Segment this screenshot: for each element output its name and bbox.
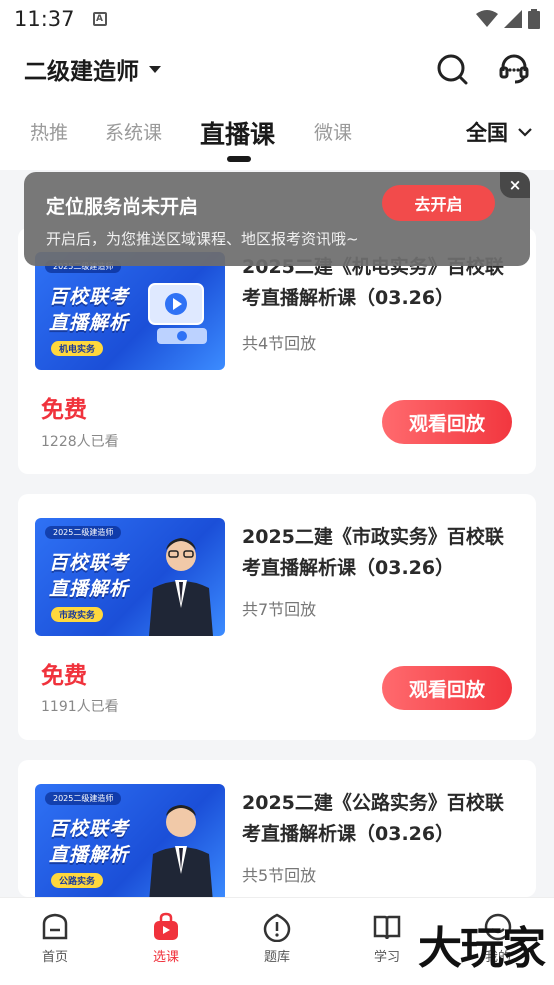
thumb-headline: 百校联考 [49, 286, 130, 308]
nav-item-study[interactable]: 学习 [352, 912, 422, 965]
app-header: 二级建造师 [0, 38, 554, 100]
tab-micro-course[interactable]: 微课 [314, 118, 352, 145]
nav-label: 选课 [152, 950, 179, 965]
thumb-headline: 直播解析 [49, 578, 130, 600]
teacher-portrait-icon [149, 538, 213, 636]
price-label: 免费 [41, 397, 87, 423]
thumb-subject: 公路实务 [51, 873, 104, 888]
study-book-icon [373, 915, 401, 940]
course-bag-icon [154, 912, 178, 940]
price-label: 免费 [41, 663, 87, 689]
status-bar: 11:37 A [0, 0, 554, 38]
battery-icon [528, 9, 540, 29]
chevron-down-icon[interactable] [149, 65, 161, 73]
course-card[interactable]: 2025二级建造师 百校联考 直播解析 公路实务 2025二建《公路实务》百校联… [18, 760, 536, 897]
lesson-count: 共7节回放 [242, 600, 317, 619]
chevron-down-icon [518, 128, 532, 137]
thumb-subject: 机电实务 [51, 341, 104, 356]
toast-message: 开启后，为您推送区域课程、地区报考资讯哦~ [46, 230, 359, 248]
location-service-toast: 定位服务尚未开启 开启后，为您推送区域课程、地区报考资讯哦~ 去开启 × [24, 172, 530, 266]
wifi-icon [476, 10, 498, 27]
play-screen-icon [148, 283, 207, 344]
enable-location-button[interactable]: 去开启 [382, 185, 495, 221]
nav-item-home[interactable]: 首页 [20, 912, 90, 965]
nav-label: 题库 [263, 950, 290, 965]
header-actions [436, 53, 530, 85]
nav-label: 首页 [41, 950, 68, 965]
nav-label: 学习 [373, 950, 400, 965]
thumb-tag: 2025二级建造师 [45, 526, 122, 539]
thumb-headline: 百校联考 [49, 552, 130, 574]
thumb-subject: 市政实务 [51, 607, 104, 622]
tab-hot[interactable]: 热推 [30, 118, 68, 145]
exam-category-title[interactable]: 二级建造师 [24, 52, 139, 86]
signal-icon [504, 10, 522, 28]
active-tab-indicator [227, 156, 251, 162]
thumb-headline: 直播解析 [49, 312, 130, 334]
thumb-headline: 直播解析 [49, 844, 130, 866]
tab-system-course[interactable]: 系统课 [105, 118, 162, 145]
region-label: 全国 [466, 121, 508, 145]
course-card[interactable]: 2025二级建造师 百校联考 直播解析 市政实务 2025二建《市政实务》百校联… [18, 494, 536, 740]
watch-replay-button[interactable]: 观看回放 [382, 666, 512, 710]
watermark: 大玩家 [418, 923, 546, 974]
headset-icon[interactable] [498, 53, 530, 85]
tab-live-course[interactable]: 直播课 [200, 115, 275, 151]
course-title[interactable]: 2025二建《市政实务》百校联考直播解析课（03.26） [242, 522, 522, 584]
teacher-portrait-icon [149, 805, 213, 897]
thumb-headline: 百校联考 [49, 818, 130, 840]
category-tabs: 热推 系统课 直播课 微课 全国 [0, 100, 554, 170]
lesson-count: 共4节回放 [242, 334, 317, 353]
watch-replay-button[interactable]: 观看回放 [382, 400, 512, 444]
region-selector[interactable]: 全国 [466, 117, 532, 147]
search-icon[interactable] [436, 53, 468, 85]
close-icon[interactable]: × [500, 172, 530, 198]
lesson-count: 共5节回放 [242, 866, 317, 885]
nav-item-question-bank[interactable]: 题库 [242, 912, 312, 965]
course-title[interactable]: 2025二建《公路实务》百校联考直播解析课（03.26） [242, 788, 522, 850]
notification-icon: A [92, 12, 107, 26]
course-thumbnail: 2025二级建造师 百校联考 直播解析 市政实务 [35, 518, 225, 636]
viewer-count: 1228人已看 [41, 434, 119, 450]
home-icon [42, 913, 68, 940]
course-thumbnail: 2025二级建造师 百校联考 直播解析 公路实务 [35, 784, 225, 897]
viewer-count: 1191人已看 [41, 699, 119, 715]
thumb-tag: 2025二级建造师 [45, 792, 122, 805]
toast-title: 定位服务尚未开启 [46, 196, 199, 218]
question-bank-icon [263, 913, 291, 942]
status-indicators [476, 9, 540, 29]
status-time: 11:37 [14, 7, 75, 31]
course-thumbnail: 2025二级建造师 百校联考 直播解析 机电实务 [35, 252, 225, 370]
nav-item-course[interactable]: 选课 [131, 912, 201, 965]
